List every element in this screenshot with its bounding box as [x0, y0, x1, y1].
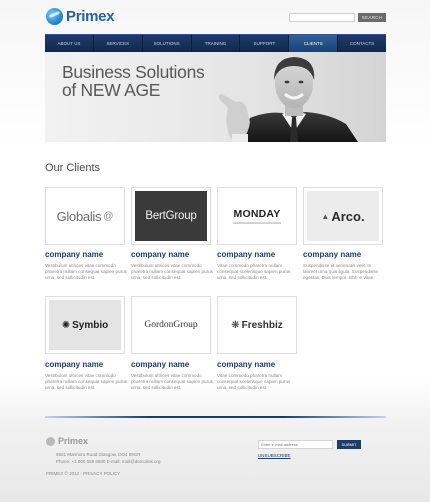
- client-logo-text: BertGroup: [145, 210, 197, 222]
- gear-icon: ✺: [61, 319, 71, 331]
- newsletter-email-input[interactable]: [258, 440, 333, 449]
- client-description: Vestibulum ultrices vitae commodo pharet…: [131, 263, 213, 281]
- client-logo-text: GordonGroup: [144, 320, 198, 330]
- client-logo-inner: Globalis @: [49, 191, 121, 241]
- footer-logo-text: Primex: [58, 436, 89, 446]
- client-logo-gordongroup[interactable]: GordonGroup: [131, 296, 211, 354]
- client-logo-text: Symbio: [72, 319, 109, 331]
- footer-copyright: PRIMEX © 2012 · PRIVACY POLICY: [46, 471, 121, 476]
- client-name[interactable]: company name: [131, 360, 189, 369]
- businessman-image: [218, 57, 358, 142]
- client-logo-symbio[interactable]: ✺ Symbio: [45, 296, 125, 354]
- client-logo-globalis[interactable]: Globalis @: [45, 187, 125, 245]
- nav-item-solutions[interactable]: SOLUTIONS: [143, 35, 192, 52]
- client-logo-inner: ▲ Arco.: [307, 191, 379, 241]
- client-logo-inner: ✺ Symbio: [49, 300, 121, 350]
- unsubscribe-link[interactable]: UNSUBSCRIBE: [258, 453, 291, 458]
- logo-text: Primex: [66, 8, 115, 25]
- client-name[interactable]: company name: [217, 360, 275, 369]
- arco-mark-icon: ▲: [321, 211, 330, 221]
- footer-divider: [45, 416, 386, 418]
- flower-icon: ❋: [231, 319, 240, 331]
- client-logo-inner: ❋ Freshbiz: [221, 300, 293, 350]
- footer-logo-globe-icon: [46, 436, 55, 446]
- client-logo-text: Globalis: [56, 208, 102, 224]
- client-name[interactable]: company name: [45, 360, 103, 369]
- client-logo-inner: BertGroup: [135, 191, 207, 241]
- nav-item-clients[interactable]: CLIENTS: [289, 35, 339, 52]
- nav-item-contacts[interactable]: CONTACTS: [338, 35, 386, 52]
- client-logo-bertgroup[interactable]: BertGroup: [131, 187, 211, 245]
- main-nav: ABOUT US SERVICES SOLUTIONS TRAINING SUP…: [45, 34, 386, 52]
- banner-headline-line2: of NEW AGE: [62, 80, 161, 100]
- client-logo-inner: MONDAY: [221, 191, 293, 241]
- client-description: Vitae commodo pharetra nullam consequat …: [217, 373, 291, 391]
- section-title-our-clients: Our Clients: [45, 162, 101, 174]
- client-name[interactable]: company name: [131, 250, 189, 259]
- nav-item-training[interactable]: TRAINING: [192, 35, 241, 52]
- footer-address: 8901 Marmora Road Glasgow, DO4 89GR: [56, 452, 141, 457]
- swirl-icon: @: [103, 210, 114, 222]
- page: Primex SEARCH ABOUT US SERVICES SOLUTION…: [0, 0, 430, 502]
- client-logo-freshbiz[interactable]: ❋ Freshbiz: [217, 296, 297, 354]
- client-logo-inner: GordonGroup: [135, 300, 207, 350]
- logo[interactable]: Primex: [46, 8, 115, 25]
- hero-banner: Business Solutions of NEW AGE: [45, 52, 386, 142]
- search-button[interactable]: SEARCH: [358, 13, 386, 22]
- client-name[interactable]: company name: [217, 250, 275, 259]
- client-description: Vestibulum ultrices vitae commodo pharet…: [131, 373, 213, 391]
- logo-tagline-line: [233, 222, 281, 224]
- client-description: Vitae commodo pharetra nullam consequat …: [217, 263, 291, 281]
- client-logo-text: Freshbiz: [241, 319, 283, 331]
- nav-item-support[interactable]: SUPPORT: [240, 35, 290, 52]
- footer-contact: Phone: +1 800 559 6580 E-mail: mail@demo…: [56, 459, 161, 464]
- client-description: Vestibulum ultrices vitae commodo pharet…: [45, 263, 127, 281]
- client-logo-text: MONDAY: [233, 208, 281, 220]
- client-logo-text: Arco.: [331, 208, 365, 224]
- client-name[interactable]: company name: [45, 250, 103, 259]
- client-name[interactable]: company name: [303, 250, 361, 259]
- nav-item-services[interactable]: SERVICES: [94, 35, 143, 52]
- footer-logo[interactable]: Primex: [46, 436, 88, 446]
- client-logo-arco[interactable]: ▲ Arco.: [303, 187, 383, 245]
- client-description: Suspendisse et venenatis velit. In laore…: [303, 263, 379, 281]
- search-input[interactable]: [289, 13, 355, 22]
- nav-item-about-us[interactable]: ABOUT US: [45, 35, 94, 52]
- client-logo-monday[interactable]: MONDAY: [217, 187, 297, 245]
- logo-globe-icon: [46, 8, 63, 25]
- newsletter-submit-button[interactable]: SUBMIT: [337, 440, 361, 449]
- client-description: Vestibulum ultrices vitae commodo pharet…: [45, 373, 127, 391]
